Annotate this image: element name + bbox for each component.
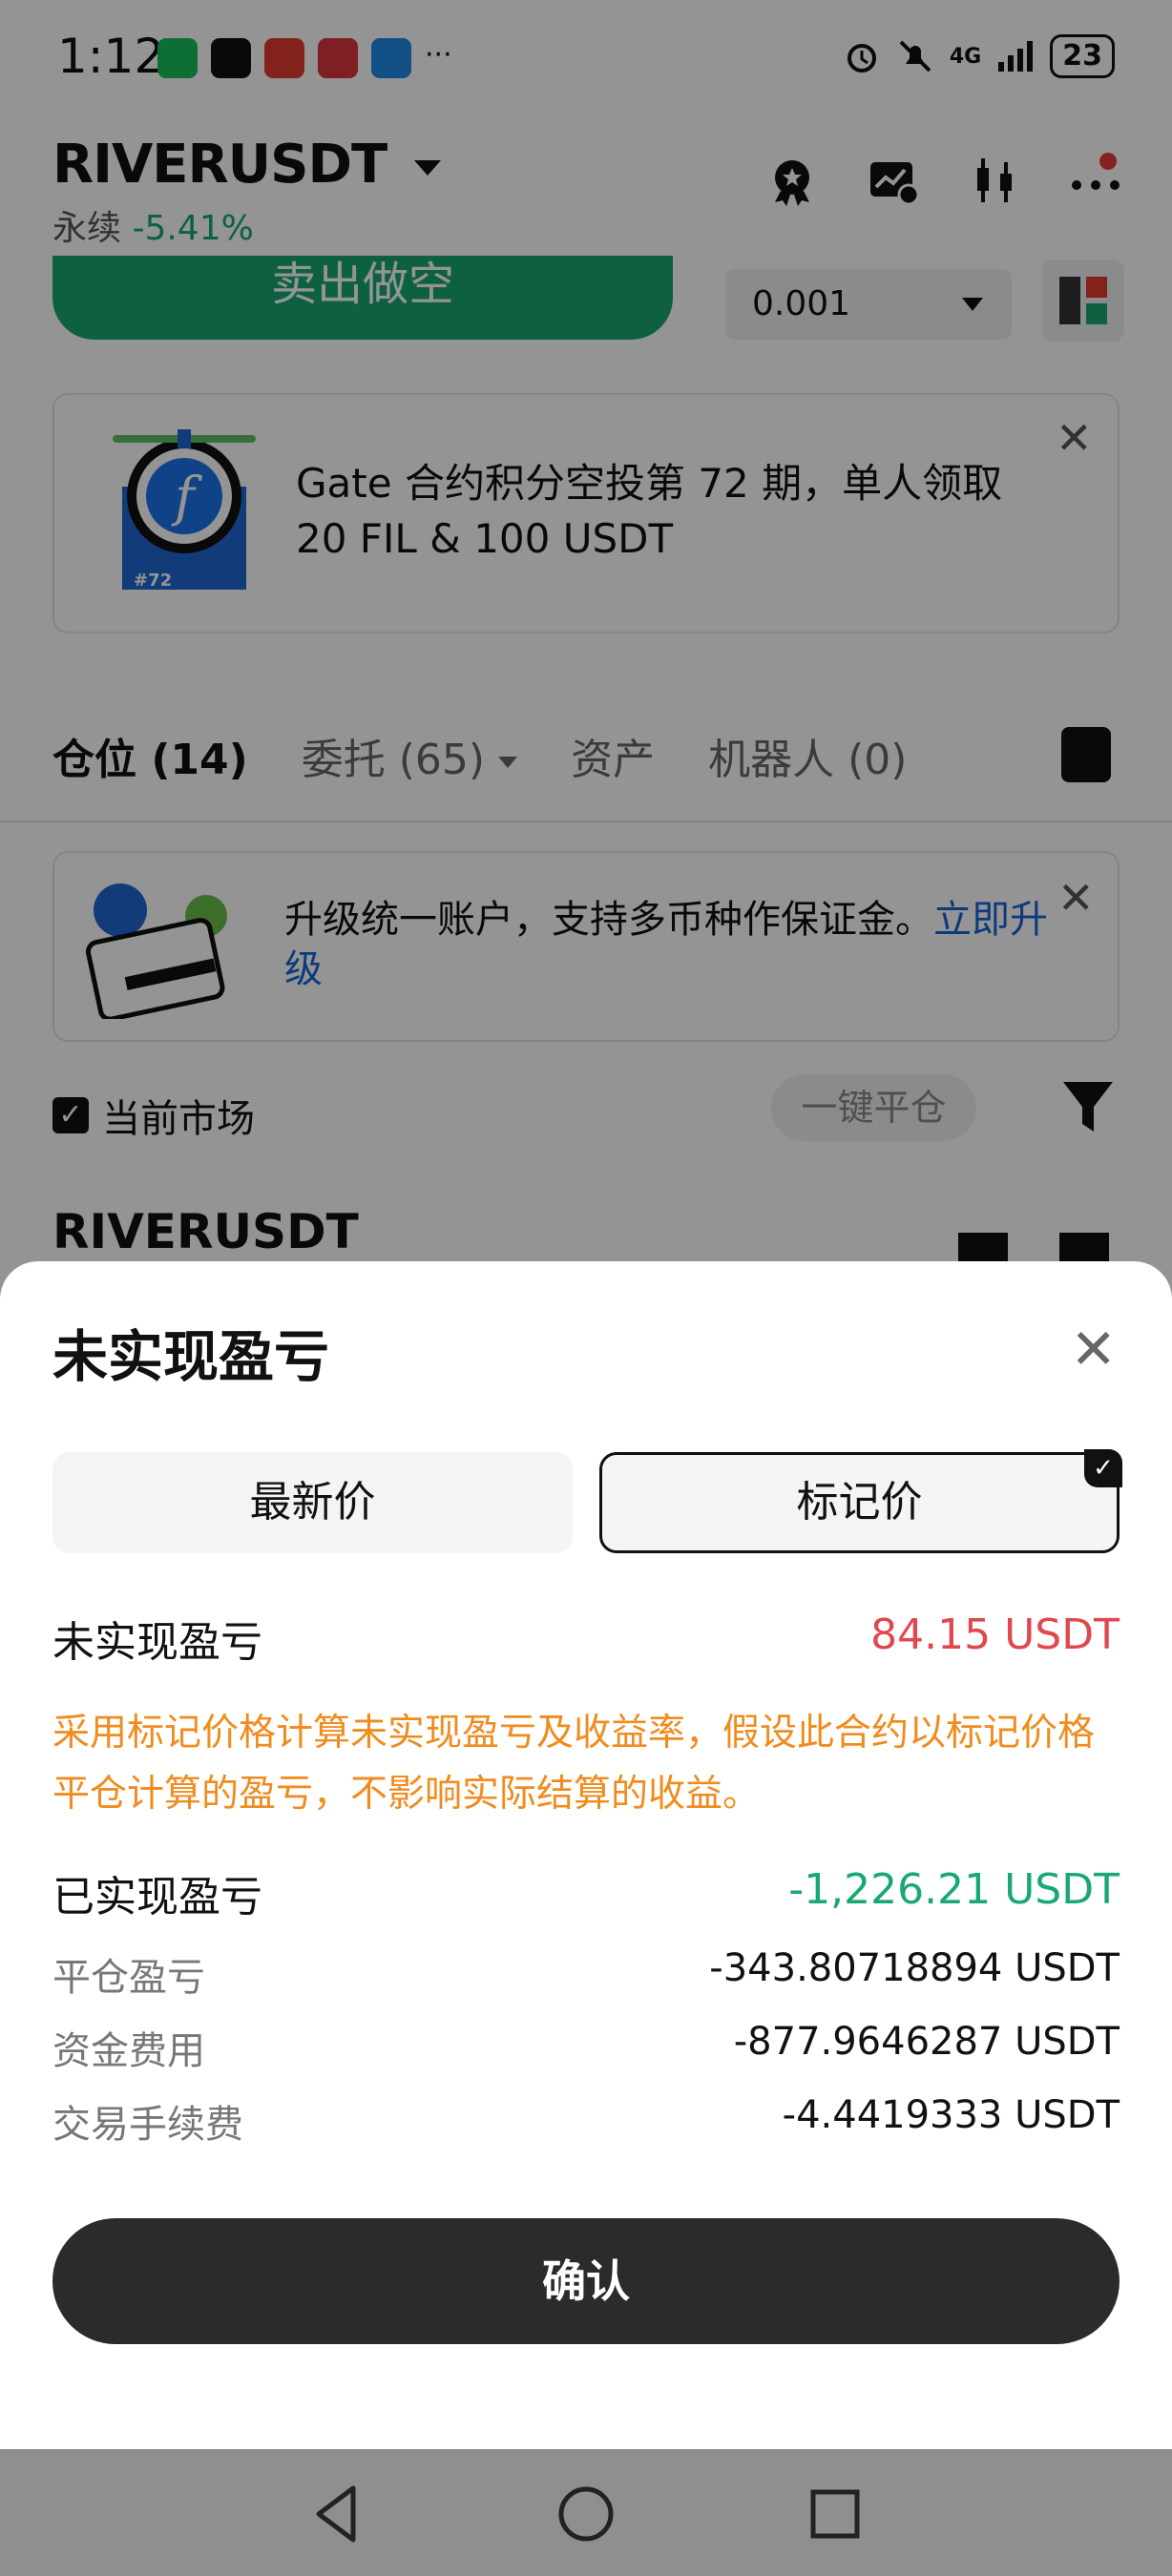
back-icon[interactable] [305,2481,372,2547]
recents-icon[interactable] [802,2481,869,2547]
close-icon[interactable]: ✕ [1070,1317,1117,1381]
realized-pnl-value: -1,226.21 USDT [788,1865,1120,1914]
realized-pnl-label: 已实现盈亏 [52,1873,262,1922]
option-last-price[interactable]: 最新价 [52,1452,573,1553]
close-pnl-value: -343.80718894 USDT [709,1946,1120,1990]
unrealized-pnl-label: 未实现盈亏 [52,1618,262,1667]
trading-fee-label: 交易手续费 [52,2103,243,2147]
funding-fee-value: -877.9646287 USDT [733,2020,1120,2064]
home-icon[interactable] [553,2481,619,2547]
close-pnl-label: 平仓盈亏 [52,1956,205,2000]
option-mark-price[interactable]: 标记价 ✓ [599,1449,1122,1553]
funding-fee-label: 资金费用 [52,2029,205,2073]
option-mark-price-label: 标记价 [796,1478,923,1527]
mark-price-note: 采用标记价格计算未实现盈亏及收益率，假设此合约以标记价格平仓计算的盈亏，不影响实… [52,1712,1096,1816]
trading-fee-value: -4.4419333 USDT [782,2093,1120,2137]
confirm-button[interactable]: 确认 [52,2218,1120,2344]
sheet-title: 未实现盈亏 [52,1324,330,1389]
unrealized-pnl-value: 84.15 USDT [870,1610,1120,1659]
check-icon: ✓ [1084,1449,1122,1487]
